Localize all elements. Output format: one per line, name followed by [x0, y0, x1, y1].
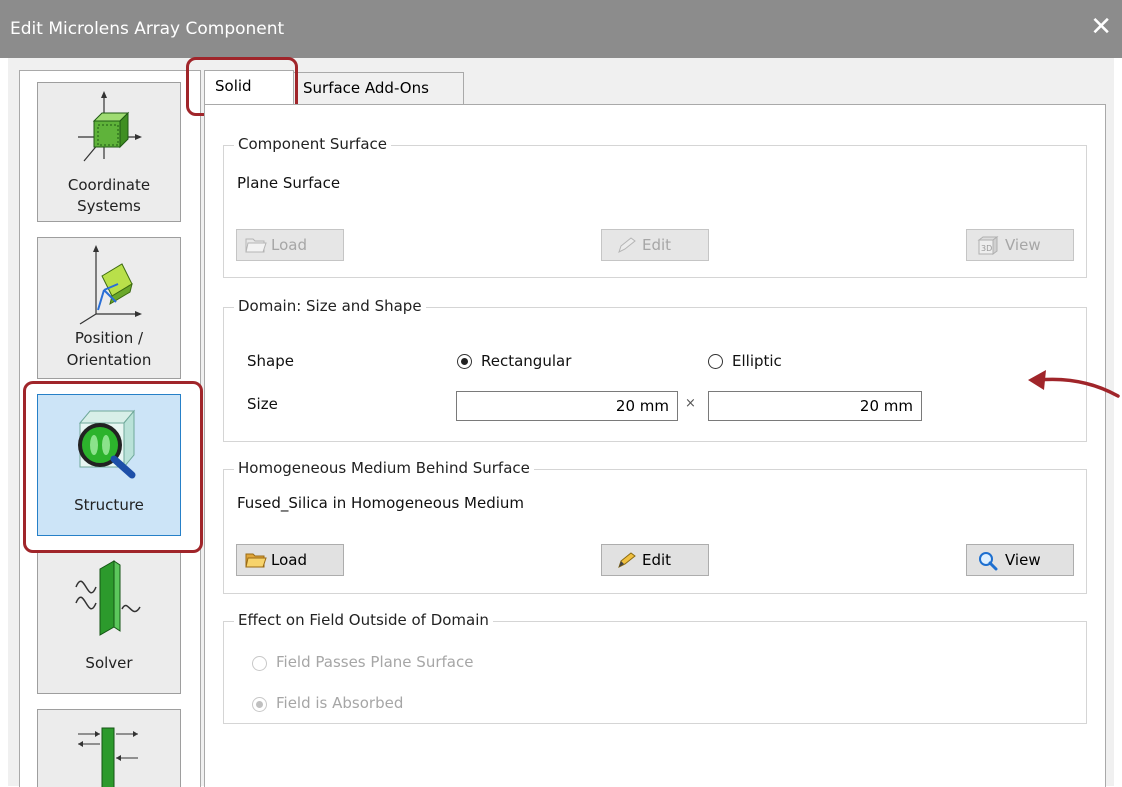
folder-icon	[245, 553, 267, 568]
tab-solid[interactable]: Solid	[204, 70, 294, 104]
structure-highlight	[23, 381, 203, 553]
tab-label: Solid	[215, 77, 252, 95]
group-title: Component Surface	[234, 135, 391, 153]
sidebar-item-solver[interactable]: Solver	[37, 552, 181, 694]
medium-value: Fused_Silica in Homogeneous Medium	[237, 494, 525, 512]
rectangular-radio[interactable]	[457, 354, 472, 369]
field-absorbed-radio[interactable]	[252, 697, 267, 712]
button-label: Edit	[642, 236, 672, 254]
magnifier-icon	[979, 552, 998, 571]
sidebar-item-label: Coordinate	[67, 176, 151, 194]
folder-icon	[245, 238, 267, 253]
svg-text:3D: 3D	[981, 244, 992, 253]
pencil-icon	[618, 552, 636, 568]
sidebar-item-label: Systems	[77, 197, 141, 215]
size-label: Size	[247, 395, 278, 413]
sidebar-item-label: Position /	[74, 329, 144, 347]
button-label: Edit	[642, 551, 672, 569]
button-label: Load	[271, 236, 307, 254]
3d-view-icon: 3D	[977, 236, 999, 255]
radio-label: Elliptic	[732, 352, 782, 370]
medium-load-button[interactable]: Load	[236, 544, 344, 576]
times-sign: ×	[685, 396, 696, 411]
size-y-input[interactable]: 20 mm	[708, 391, 922, 421]
domain-group: Domain: Size and Shape	[223, 297, 1087, 442]
medium-edit-button[interactable]: Edit	[601, 544, 709, 576]
pencil-icon	[618, 237, 636, 253]
coordinate-systems-icon	[78, 91, 142, 162]
position-orientation-icon	[79, 245, 142, 325]
title-bar: Edit Microlens Array Component ✕	[0, 0, 1122, 58]
close-icon[interactable]: ✕	[1090, 12, 1112, 42]
group-title: Effect on Field Outside of Domain	[234, 611, 493, 629]
window-title: Edit Microlens Array Component	[10, 19, 285, 39]
sidebar-item-channels[interactable]	[37, 709, 181, 787]
component-surface-value: Plane Surface	[237, 174, 341, 192]
surface-load-button[interactable]: Load	[236, 229, 344, 261]
medium-view-button[interactable]: View	[966, 544, 1074, 576]
elliptic-radio[interactable]	[708, 354, 723, 369]
shape-label: Shape	[247, 352, 294, 370]
tab-label: Surface Add-Ons	[303, 79, 429, 97]
field-passes-radio[interactable]	[252, 656, 267, 671]
button-label: View	[1005, 551, 1041, 569]
radio-label: Rectangular	[481, 352, 572, 370]
solver-icon	[75, 560, 141, 636]
sidebar-item-coordinate-systems[interactable]: Coordinate Systems	[37, 82, 181, 222]
radio-label: Field is Absorbed	[276, 694, 404, 712]
sidebar-item-label: Orientation	[66, 351, 152, 369]
button-label: View	[1005, 236, 1041, 254]
sidebar-item-label: Solver	[85, 654, 133, 672]
radio-label: Field Passes Plane Surface	[276, 653, 474, 671]
channels-icon	[78, 727, 138, 787]
group-title: Homogeneous Medium Behind Surface	[234, 459, 534, 477]
surface-view-button[interactable]: 3D View	[966, 229, 1074, 261]
tab-surface-add-ons[interactable]: Surface Add-Ons	[292, 72, 464, 104]
button-label: Load	[271, 551, 307, 569]
group-title: Domain: Size and Shape	[234, 297, 426, 315]
annotation-arrow	[1028, 370, 1120, 398]
sidebar-item-position-orientation[interactable]: Position / Orientation	[37, 237, 181, 379]
surface-edit-button[interactable]: Edit	[601, 229, 709, 261]
size-x-input[interactable]: 20 mm	[456, 391, 678, 421]
